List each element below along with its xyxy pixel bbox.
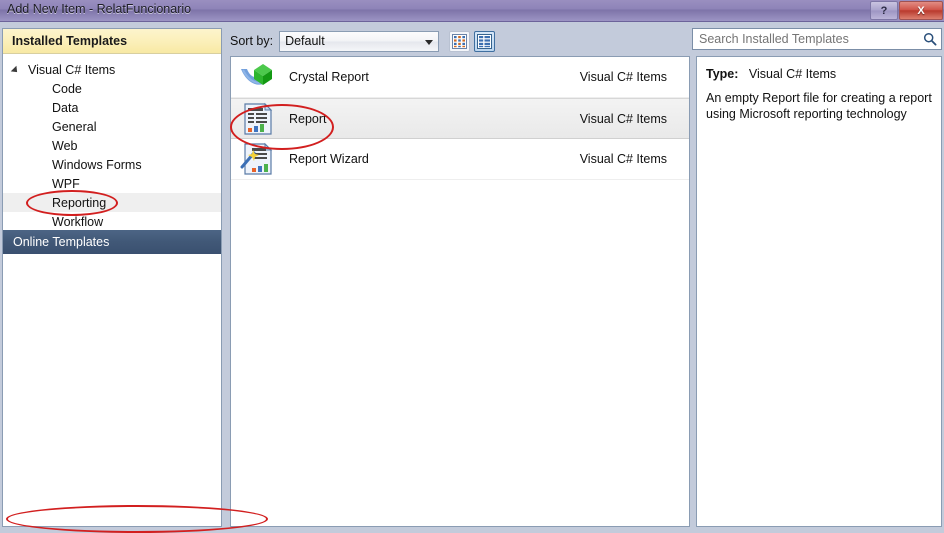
help-button[interactable]: ? xyxy=(870,1,898,20)
installed-templates-pane: Installed Templates Visual C# Items Code… xyxy=(2,28,222,527)
sidebar-item-code[interactable]: Code xyxy=(3,79,221,98)
search-box[interactable] xyxy=(692,28,942,50)
template-name: Report xyxy=(289,111,327,126)
type-label: Type: xyxy=(706,67,739,81)
medium-icons-view-icon xyxy=(452,33,468,49)
list-view-icon xyxy=(477,33,493,49)
template-row-crystal-report[interactable]: Crystal Report Visual C# Items xyxy=(231,57,689,98)
online-templates-header[interactable]: Online Templates xyxy=(3,230,221,254)
template-category: Visual C# Items xyxy=(579,152,667,166)
search-input[interactable] xyxy=(693,31,919,47)
medium-icons-view-button[interactable] xyxy=(449,30,471,52)
list-toolbar: Sort by: Default xyxy=(230,28,690,54)
chevron-down-icon xyxy=(425,39,434,45)
tree-item-label: Workflow xyxy=(52,214,104,229)
template-list: Crystal Report Visual C# Items Report Vi… xyxy=(230,56,690,527)
dialog-client-area: Installed Templates Visual C# Items Code… xyxy=(0,22,944,533)
sort-by-dropdown[interactable]: Default xyxy=(279,30,440,52)
window-title: Add New Item - RelatFuncionario xyxy=(7,2,192,16)
template-category: Visual C# Items xyxy=(579,70,667,84)
tree-root-visual-csharp-items[interactable]: Visual C# Items xyxy=(3,60,221,79)
sort-by-label: Sort by: xyxy=(230,34,274,48)
template-name: Crystal Report xyxy=(289,70,369,84)
installed-templates-header: Installed Templates xyxy=(3,29,221,54)
tree-item-label: General xyxy=(52,119,97,134)
add-new-item-dialog: Add New Item - RelatFuncionario ? X Inst… xyxy=(0,0,944,533)
close-button[interactable]: X xyxy=(899,1,943,20)
tree-item-label: Code xyxy=(52,81,82,96)
report-icon xyxy=(239,102,277,136)
search-icon[interactable] xyxy=(919,32,941,46)
template-row-report[interactable]: Report Visual C# Items xyxy=(231,98,689,139)
type-value: Visual C# Items xyxy=(748,67,837,81)
templates-tree: Visual C# Items Code Data General Web Wi… xyxy=(3,54,221,231)
sort-by-value: Default xyxy=(285,34,325,48)
sidebar-item-wpf[interactable]: WPF xyxy=(3,174,221,193)
window-buttons: ? X xyxy=(870,1,943,20)
report-wizard-icon xyxy=(239,142,277,176)
template-category: Visual C# Items xyxy=(579,111,667,126)
sidebar-item-data[interactable]: Data xyxy=(3,98,221,117)
expand-collapse-triangle-icon[interactable] xyxy=(13,65,22,74)
list-view-button[interactable] xyxy=(474,30,496,52)
tree-root-label: Visual C# Items xyxy=(28,62,116,77)
title-bar: Add New Item - RelatFuncionario ? X xyxy=(0,0,944,22)
sidebar-item-general[interactable]: General xyxy=(3,117,221,136)
view-toggle-group xyxy=(449,30,496,52)
sidebar-item-windows-forms[interactable]: Windows Forms xyxy=(3,155,221,174)
sidebar-item-web[interactable]: Web xyxy=(3,136,221,155)
tree-item-label: Web xyxy=(52,138,78,153)
tree-item-label: WPF xyxy=(52,176,80,191)
sidebar-item-reporting[interactable]: Reporting xyxy=(3,193,221,212)
template-details-pane: Type: Visual C# Items An empty Report fi… xyxy=(696,56,942,527)
tree-item-label: Windows Forms xyxy=(52,157,142,172)
sidebar-item-workflow[interactable]: Workflow xyxy=(3,212,221,231)
template-row-report-wizard[interactable]: Report Wizard Visual C# Items xyxy=(231,139,689,180)
type-row: Type: Visual C# Items xyxy=(706,67,932,81)
template-name: Report Wizard xyxy=(289,152,369,166)
template-description: An empty Report file for creating a repo… xyxy=(706,91,932,121)
crystal-report-icon xyxy=(239,60,277,94)
tree-item-label: Reporting xyxy=(52,195,107,210)
tree-item-label: Data xyxy=(52,100,79,115)
